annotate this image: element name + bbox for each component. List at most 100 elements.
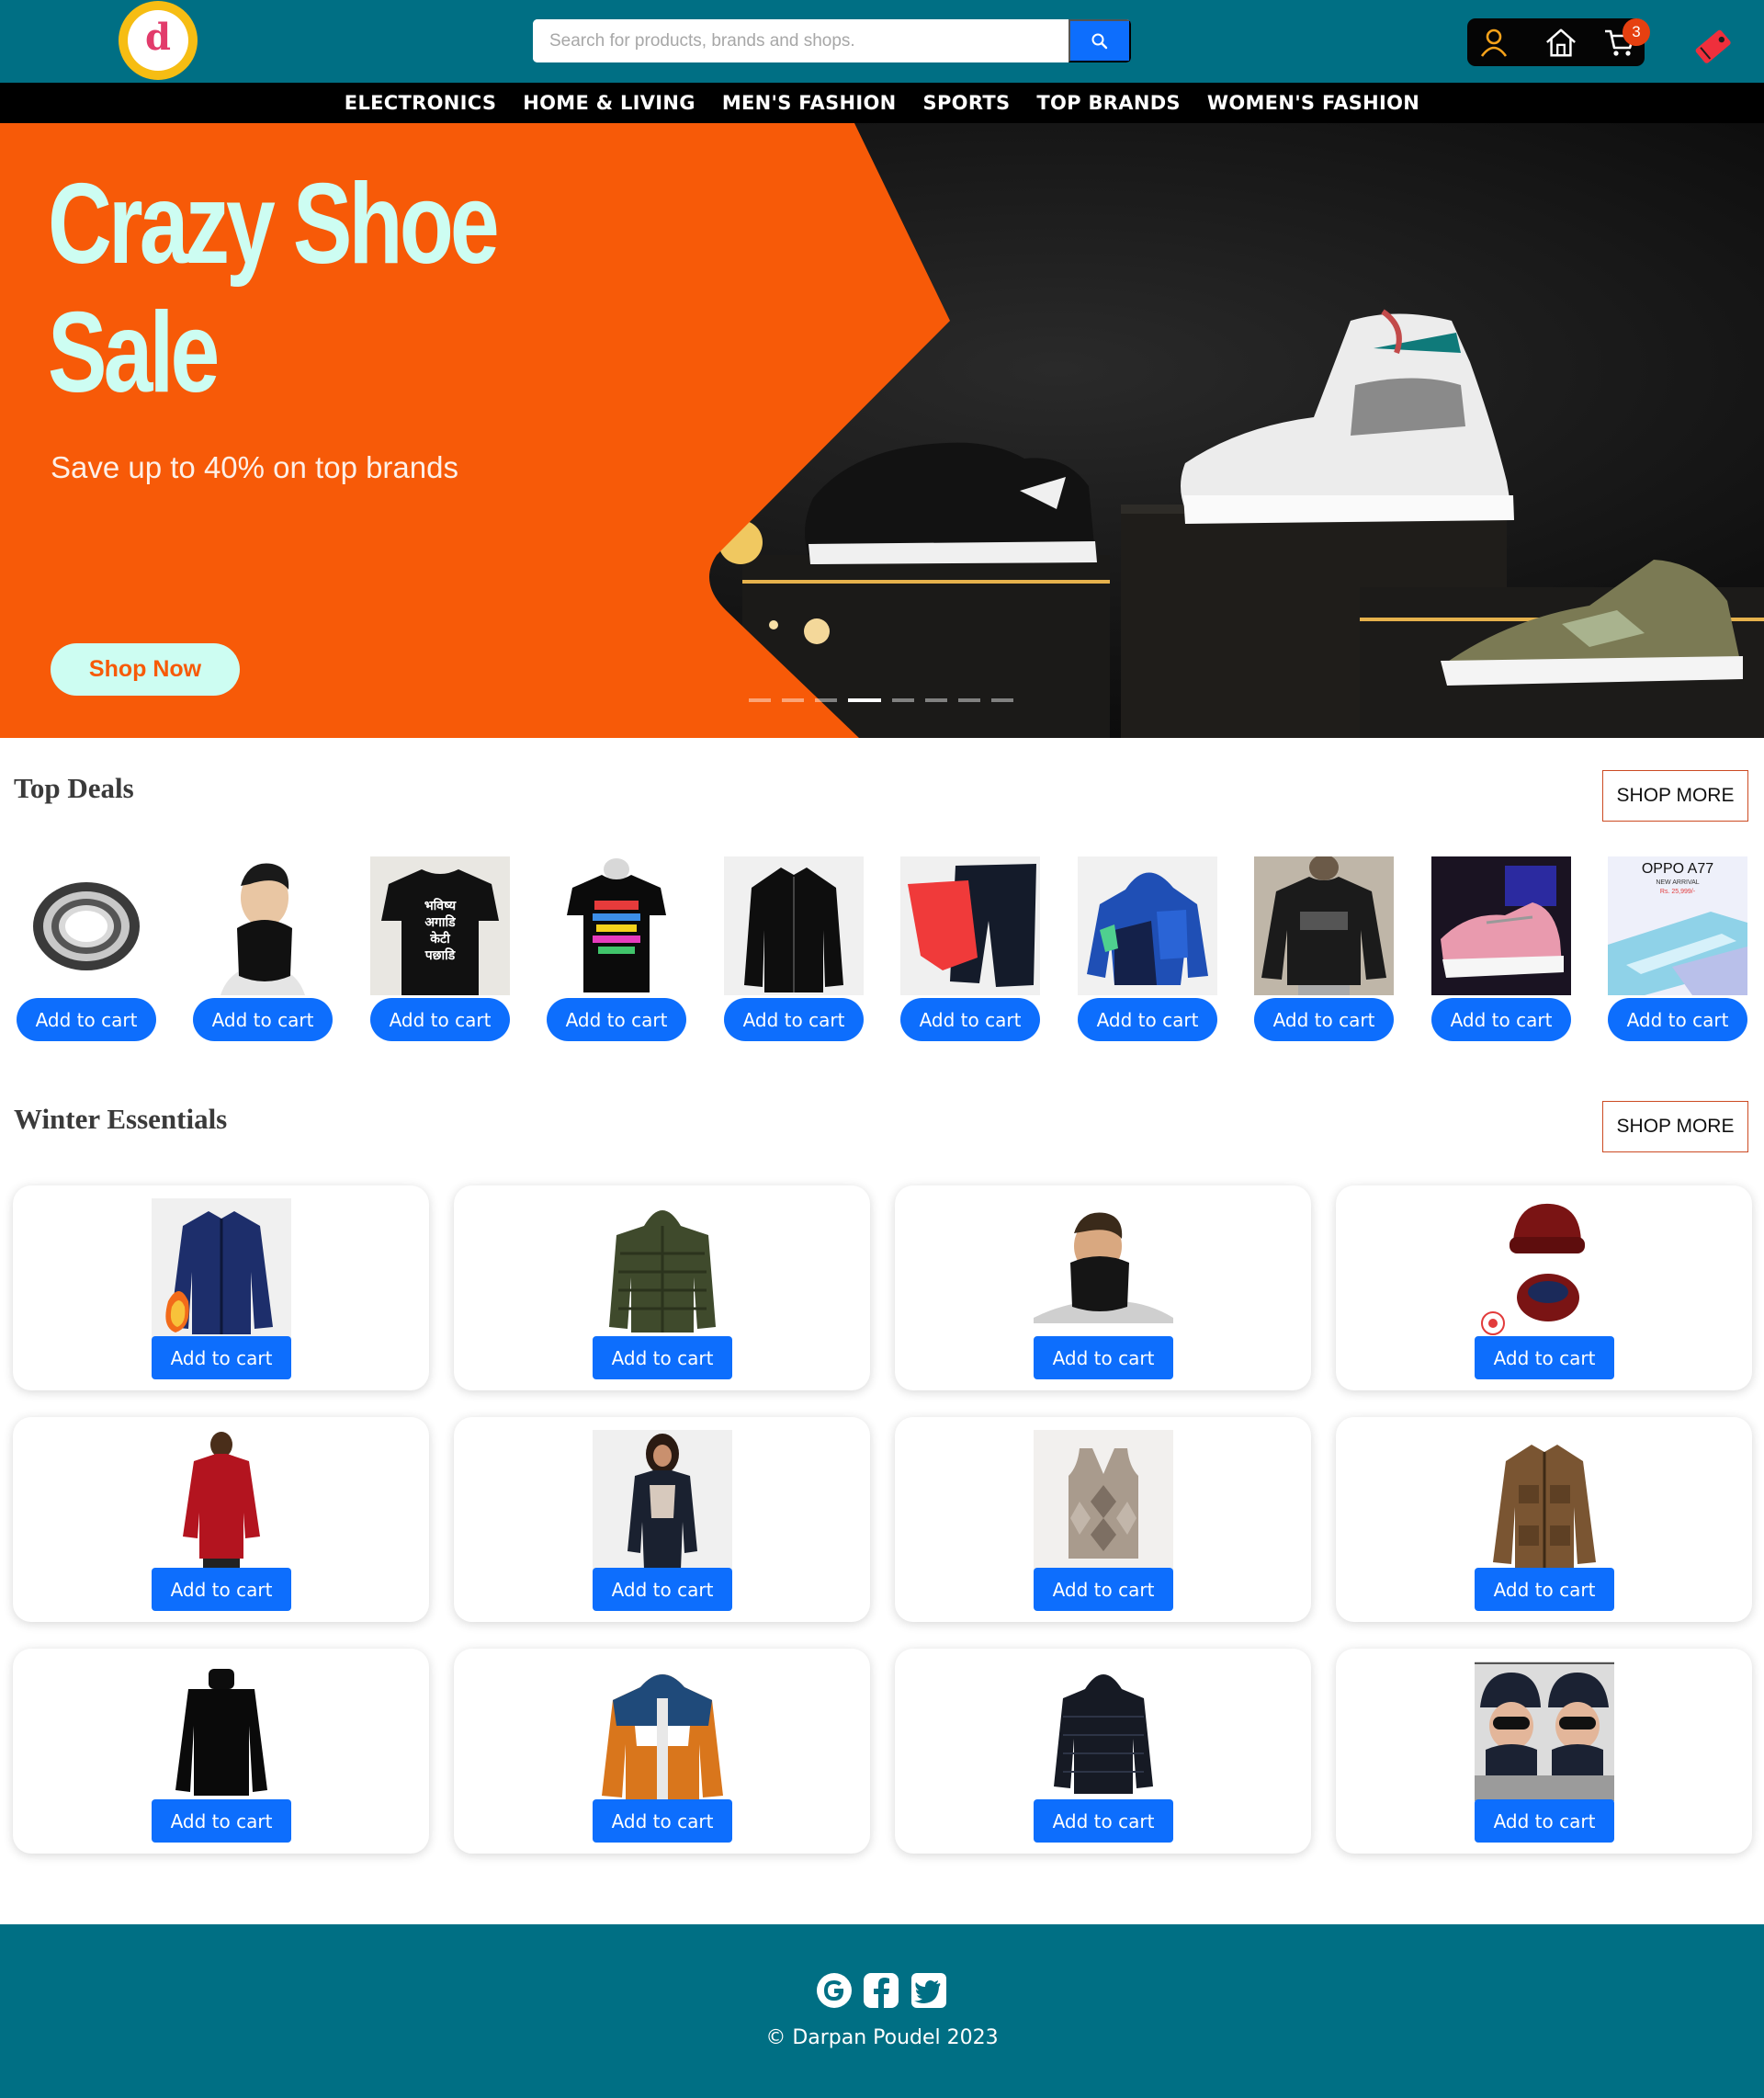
carousel-dot[interactable] — [925, 698, 947, 702]
add-to-cart-button[interactable]: Add to cart — [1475, 1568, 1614, 1611]
carousel-dot-active[interactable] — [848, 698, 881, 702]
nav-home-living[interactable]: HOME & LIVING — [523, 92, 695, 114]
add-to-cart-button[interactable]: Add to cart — [152, 1336, 291, 1379]
product-image[interactable] — [152, 1198, 291, 1338]
hero-subtitle: Save up to 40% on top brands — [51, 450, 458, 484]
add-to-cart-button[interactable]: Add to cart — [547, 998, 686, 1041]
carousel-dot[interactable] — [892, 698, 914, 702]
top-deals-list: Add to cart Add to cart भविष्य अगाडि केट… — [17, 856, 1749, 1041]
product-image[interactable] — [1078, 856, 1217, 995]
add-to-cart-button[interactable]: Add to cart — [724, 998, 864, 1041]
svg-text:केटी: केटी — [429, 931, 451, 947]
carousel-dot[interactable] — [958, 698, 980, 702]
add-to-cart-button[interactable]: Add to cart — [1034, 1568, 1173, 1611]
product-card: Add to cart — [895, 1649, 1311, 1854]
add-to-cart-button[interactable]: Add to cart — [900, 998, 1040, 1041]
logo-letter: d — [145, 16, 171, 59]
fleece-jacket-icon — [165, 1211, 273, 1334]
add-to-cart-button[interactable]: Add to cart — [593, 1568, 732, 1611]
user-button[interactable] — [1477, 26, 1510, 59]
nav-mens-fashion[interactable]: MEN'S FASHION — [722, 92, 897, 114]
product-image[interactable]: भविष्य अगाडि केटी पछाडि — [370, 856, 510, 995]
add-to-cart-button[interactable]: Add to cart — [1034, 1336, 1173, 1379]
product-card: Add to cart — [454, 1417, 870, 1622]
nav-womens-fashion[interactable]: WOMEN'S FASHION — [1207, 92, 1419, 114]
carousel-dot[interactable] — [749, 698, 771, 702]
deal-item: OPPO A77 NEW ARRIVAL Rs. 25,999/- Add to… — [1608, 856, 1747, 1041]
hero-title: Crazy Shoe Sale — [48, 160, 514, 417]
search-input[interactable] — [533, 19, 1069, 62]
carousel-dot[interactable] — [782, 698, 804, 702]
product-card: Add to cart — [895, 1417, 1311, 1622]
hero-title-line-2: Sale — [48, 289, 220, 416]
turtleneck-icon — [175, 1669, 267, 1796]
bearing-icon — [33, 881, 140, 970]
product-image[interactable] — [1475, 1661, 1614, 1801]
hero-title-line-1: Crazy Shoe — [48, 161, 500, 288]
shorts-icon — [908, 864, 1036, 987]
add-to-cart-button[interactable]: Add to cart — [370, 998, 510, 1041]
top-header: d Search for products, brands and shops.… — [0, 0, 1764, 83]
svg-text:Rs. 25,999/-: Rs. 25,999/- — [1660, 889, 1696, 895]
add-to-cart-button[interactable]: Add to cart — [152, 1568, 291, 1611]
product-image[interactable] — [547, 856, 686, 995]
beanie-scarf-icon — [1481, 1203, 1585, 1335]
product-image[interactable] — [1475, 1430, 1614, 1570]
product-image[interactable] — [1034, 1661, 1173, 1801]
puffer-jacket-icon — [1054, 1674, 1153, 1794]
product-image[interactable] — [1034, 1198, 1173, 1338]
product-card: Add to cart — [13, 1417, 429, 1622]
product-image[interactable] — [193, 856, 333, 995]
add-to-cart-button[interactable]: Add to cart — [193, 998, 333, 1041]
top-deals-shop-more-button[interactable]: SHOP MORE — [1602, 770, 1748, 822]
product-image[interactable] — [1475, 1198, 1614, 1338]
nav-sports[interactable]: SPORTS — [923, 92, 1011, 114]
sweater-vest-icon — [1069, 1448, 1138, 1559]
header-icons — [1467, 18, 1645, 66]
product-image[interactable] — [152, 1430, 291, 1570]
add-to-cart-button[interactable]: Add to cart — [1475, 1799, 1614, 1843]
product-image[interactable] — [900, 856, 1040, 995]
product-image[interactable] — [17, 856, 156, 995]
offer-tag-icon[interactable] — [1692, 26, 1733, 66]
product-image[interactable] — [593, 1430, 732, 1570]
product-image[interactable]: OPPO A77 NEW ARRIVAL Rs. 25,999/- — [1608, 856, 1747, 995]
add-to-cart-button[interactable]: Add to cart — [1475, 1336, 1614, 1379]
add-to-cart-button[interactable]: Add to cart — [1431, 998, 1571, 1041]
product-image[interactable] — [1254, 856, 1394, 995]
winter-shop-more-button[interactable]: SHOP MORE — [1602, 1101, 1748, 1152]
add-to-cart-button[interactable]: Add to cart — [17, 998, 156, 1041]
nav-top-brands[interactable]: TOP BRANDS — [1036, 92, 1180, 114]
home-button[interactable] — [1544, 26, 1577, 59]
add-to-cart-button[interactable]: Add to cart — [1254, 998, 1394, 1041]
phone-icon: OPPO A77 NEW ARRIVAL Rs. 25,999/- — [1608, 861, 1747, 995]
windbreaker-icon — [602, 1674, 723, 1801]
product-card: Add to cart — [1336, 1649, 1752, 1854]
footer: © Darpan Poudel 2023 — [0, 1924, 1764, 2098]
hero-banner[interactable]: Crazy Shoe Sale Save up to 40% on top br… — [0, 123, 1764, 738]
add-to-cart-button[interactable]: Add to cart — [1034, 1799, 1173, 1843]
add-to-cart-button[interactable]: Add to cart — [593, 1336, 732, 1379]
add-to-cart-button[interactable]: Add to cart — [1608, 998, 1747, 1041]
product-image[interactable] — [724, 856, 864, 995]
twitter-icon[interactable] — [910, 1972, 947, 2009]
user-icon — [1480, 28, 1508, 57]
google-icon[interactable] — [816, 1972, 853, 2009]
site-logo[interactable]: d — [119, 1, 198, 80]
shop-now-button[interactable]: Shop Now — [51, 643, 240, 696]
add-to-cart-button[interactable]: Add to cart — [593, 1799, 732, 1843]
add-to-cart-button[interactable]: Add to cart — [152, 1799, 291, 1843]
carousel-dot[interactable] — [991, 698, 1013, 702]
leather-jacket-icon — [744, 868, 843, 992]
add-to-cart-button[interactable]: Add to cart — [1078, 998, 1217, 1041]
search-button[interactable] — [1069, 19, 1131, 62]
product-image[interactable] — [593, 1661, 732, 1801]
product-image[interactable] — [593, 1198, 732, 1338]
facebook-icon[interactable] — [863, 1972, 899, 2009]
deal-item: Add to cart — [724, 856, 864, 1041]
product-image[interactable] — [1034, 1430, 1173, 1570]
product-image[interactable] — [152, 1661, 291, 1801]
product-image[interactable] — [1431, 856, 1571, 995]
nav-electronics[interactable]: ELECTRONICS — [345, 92, 496, 114]
carousel-dot[interactable] — [815, 698, 837, 702]
